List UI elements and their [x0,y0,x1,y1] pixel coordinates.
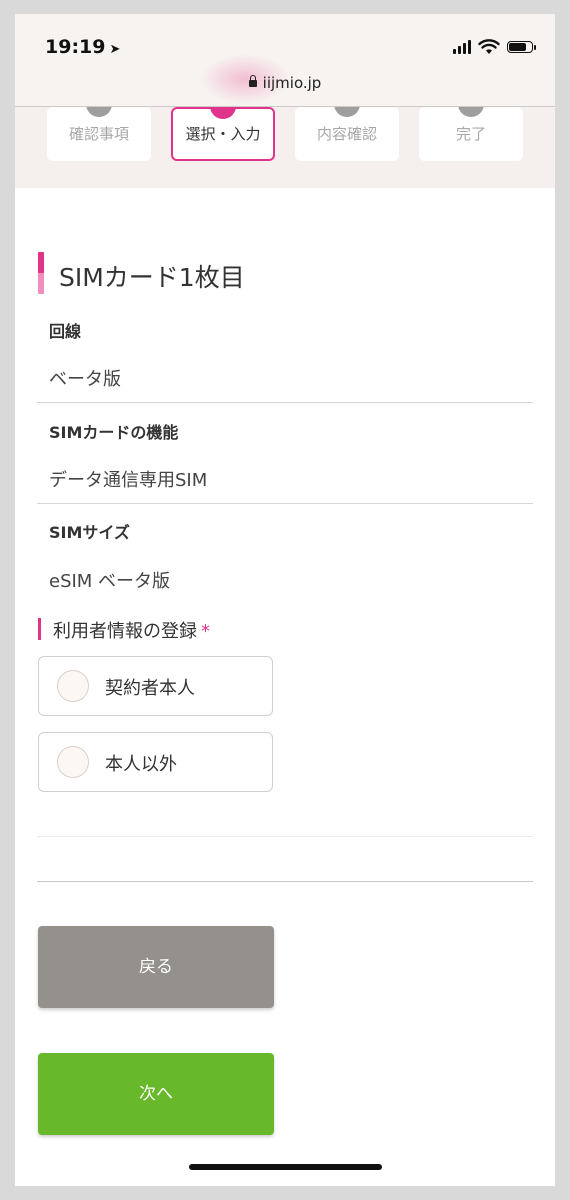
divider [37,881,533,882]
sim-size-value: eSIM ベータ版 [49,571,171,592]
step-label: 完了 [455,125,486,143]
step-dot [334,107,360,117]
cellular-signal-icon [453,40,471,54]
step-complete: 完了 [419,107,523,161]
step-confirm-items: 確認事項 [47,107,151,161]
divider [37,503,533,504]
status-time: 19:19 ➤ [45,36,121,58]
step-select-input: 選択・入力 [171,107,275,161]
radio-contract-holder[interactable]: 契約者本人 [38,656,273,716]
user-registration-title: 利用者情報の登録 * [53,621,210,642]
url-text: iijmio.jp [262,74,322,92]
line-label: 回線 [49,322,82,341]
step-label: 内容確認 [316,125,377,143]
radio-circle[interactable] [57,670,89,702]
status-bar: 19:19 ➤ iijmio.jp [15,14,555,106]
step-indicator: 確認事項 選択・入力 内容確認 完了 [15,107,555,188]
location-arrow-icon: ➤ [109,42,121,57]
back-button[interactable]: 戻る [38,926,274,1008]
next-button[interactable]: 次へ [38,1053,274,1135]
page-title: SIMカード1枚目 [59,263,245,292]
heading-accent-bar [38,252,44,294]
lock-icon [248,75,257,87]
divider [37,402,533,403]
divider [37,836,533,837]
section-accent-bar [38,618,41,640]
system-icons [453,39,536,55]
radio-label: 本人以外 [105,754,177,775]
step-dot [86,107,112,117]
step-review: 内容確認 [295,107,399,161]
radio-other-person[interactable]: 本人以外 [38,732,273,792]
required-mark: * [201,621,210,642]
line-value: ベータ版 [49,369,121,390]
home-indicator[interactable] [189,1164,382,1170]
battery-icon [507,41,536,53]
step-dot-active [210,107,236,119]
sim-function-value: データ通信専用SIM [49,470,208,491]
step-dot [458,107,484,117]
sim-function-label: SIMカードの機能 [49,423,179,442]
step-label: 選択・入力 [185,125,261,143]
sim-size-label: SIMサイズ [49,523,130,542]
step-label: 確認事項 [68,125,129,143]
address-bar[interactable]: iijmio.jp [15,74,555,92]
radio-circle[interactable] [57,746,89,778]
wifi-icon [478,39,500,54]
browser-frame: 19:19 ➤ iijmio.jp 確認事項 選択・入力 内容確認 完了 SIM… [15,14,555,1186]
radio-label: 契約者本人 [105,678,195,699]
